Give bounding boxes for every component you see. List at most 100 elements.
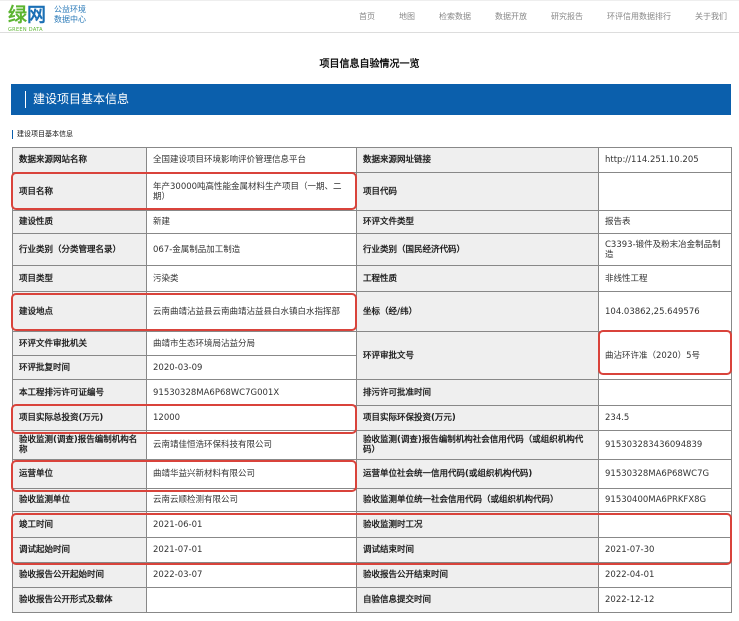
table-row: 建设地点 云南曲靖沾益县云南曲靖沾益县白水镇白水指挥部 坐标（经/纬） 104.038… bbox=[12, 291, 732, 332]
field-value bbox=[598, 172, 732, 211]
table-row: 建设性质 新建 环评文件类型 报告表 bbox=[12, 210, 732, 234]
table-row: 环评文件审批机关 曲靖市生态环境局沾益分局 环评审批文号 曲沾环许准（2020）5号 bbox=[12, 331, 732, 380]
field-label: 验收监测单位统一社会信用代码（或组织机构代码） bbox=[356, 488, 599, 512]
field-label: 数据来源网站名称 bbox=[12, 147, 147, 173]
logo-text-1: 公益环境 bbox=[54, 5, 87, 14]
nav-home[interactable]: 首页 bbox=[359, 11, 375, 22]
field-value: 曲沾环许准（2020）5号 bbox=[598, 331, 732, 380]
field-value: C3393-锻件及粉末冶金制品制造 bbox=[598, 233, 732, 266]
subsection-title: 建设项目基本信息 bbox=[12, 130, 73, 139]
table-row: 项目类型 污染类 工程性质 非线性工程 bbox=[12, 265, 732, 292]
field-value bbox=[146, 587, 357, 613]
table-row: 验收报告公开形式及载体 自验信息提交时间 2022-12-12 bbox=[12, 587, 732, 613]
field-label: 坐标（经/纬） bbox=[356, 291, 599, 332]
field-label: 项目类型 bbox=[12, 265, 147, 292]
field-value: 全国建设项目环境影响评价管理信息平台 bbox=[146, 147, 357, 173]
field-value: 91530400MA6PRKFX8G bbox=[598, 488, 732, 512]
logo[interactable]: 绿网 GREEN DATA 公益环境 数据中心 bbox=[8, 4, 87, 33]
field-value: 曲靖华益兴新材料有限公司 bbox=[146, 459, 357, 489]
field-label: 环评文件类型 bbox=[356, 210, 599, 234]
table-row: 行业类别（分类管理名录） 067-金属制品加工制造 行业类别（国民经济代码） C339… bbox=[12, 233, 732, 266]
table-row: 项目名称 年产30000吨高性能金属材料生产项目（一期、二期） 项目代码 bbox=[12, 172, 732, 211]
table-row: 竣工时间 2021-06-01 验收监测时工况 bbox=[12, 511, 732, 538]
nav-about[interactable]: 关于我们 bbox=[695, 11, 727, 22]
field-value: 12000 bbox=[146, 405, 357, 431]
field-value: 91530328MA6P68WC7G001X bbox=[146, 379, 357, 406]
field-label: 自验信息提交时间 bbox=[356, 587, 599, 613]
field-value: 2022-04-01 bbox=[598, 562, 732, 588]
field-label: 项目代码 bbox=[356, 172, 599, 211]
table-row: 项目实际总投资(万元) 12000 项目实际环保投资(万元) 234.5 bbox=[12, 405, 732, 431]
field-label: 行业类别（分类管理名录） bbox=[12, 233, 147, 266]
table-row: 数据来源网站名称 全国建设项目环境影响评价管理信息平台 数据来源网址链接 http:/… bbox=[12, 147, 732, 173]
field-label: 环评审批文号 bbox=[356, 331, 599, 380]
project-info-table: 数据来源网站名称 全国建设项目环境影响评价管理信息平台 数据来源网址链接 http:/… bbox=[12, 147, 732, 613]
table-row: 验收监测单位 云南云顺检测有限公司 验收监测单位统一社会信用代码（或组织机构代码） 9… bbox=[12, 488, 732, 512]
field-value: 云南云顺检测有限公司 bbox=[146, 488, 357, 512]
logo-text-2: 数据中心 bbox=[54, 15, 87, 24]
field-value: 云南靖佳恒浩环保科技有限公司 bbox=[146, 430, 357, 460]
field-label: 排污许可批准时间 bbox=[356, 379, 599, 406]
table-row: 验收报告公开起始时间 2022-03-07 验收报告公开结束时间 2022-04-01 bbox=[12, 562, 732, 588]
section-title: 建设项目基本信息 bbox=[33, 92, 130, 106]
field-label: 验收报告公开形式及载体 bbox=[12, 587, 147, 613]
field-value: 2021-07-01 bbox=[146, 537, 357, 563]
field-value: 年产30000吨高性能金属材料生产项目（一期、二期） bbox=[146, 172, 357, 211]
nav-search-data[interactable]: 检索数据 bbox=[439, 11, 471, 22]
field-value: 报告表 bbox=[598, 210, 732, 234]
section-banner: 建设项目基本信息 bbox=[11, 84, 731, 115]
field-label: 项目实际总投资(万元) bbox=[12, 405, 147, 431]
field-value bbox=[598, 511, 732, 538]
field-label: 建设性质 bbox=[12, 210, 147, 234]
field-value: 云南曲靖沾益县云南曲靖沾益县白水镇白水指挥部 bbox=[146, 291, 357, 332]
field-label: 验收报告公开起始时间 bbox=[12, 562, 147, 588]
field-value: 2021-06-01 bbox=[146, 511, 357, 538]
field-label: 建设地点 bbox=[12, 291, 147, 332]
field-value: 非线性工程 bbox=[598, 265, 732, 292]
nav-reports[interactable]: 研究报告 bbox=[551, 11, 583, 22]
field-label: 工程性质 bbox=[356, 265, 599, 292]
logo-sub: GREEN DATA bbox=[8, 27, 43, 33]
field-label: 行业类别（国民经济代码） bbox=[356, 233, 599, 266]
field-label: 项目名称 bbox=[12, 172, 147, 211]
table-row: 运营单位 曲靖华益兴新材料有限公司 运营单位社会统一信用代码(或组织机构代码) 915… bbox=[12, 459, 732, 489]
page-title: 项目信息自验情况一览 bbox=[319, 59, 420, 70]
field-value: 2020-03-09 bbox=[146, 355, 357, 380]
field-value: 污染类 bbox=[146, 265, 357, 292]
top-navbar: 绿网 GREEN DATA 公益环境 数据中心 首页 地图 检索数据 数据开放 研… bbox=[0, 0, 739, 33]
field-label: 验收监测单位 bbox=[12, 488, 147, 512]
field-value bbox=[598, 379, 732, 406]
field-label: 运营单位社会统一信用代码(或组织机构代码) bbox=[356, 459, 599, 489]
field-value: 曲靖市生态环境局沾益分局 bbox=[146, 331, 357, 356]
field-label: 调试起始时间 bbox=[12, 537, 147, 563]
field-label: 验收监测(调查)报告编制机构名称 bbox=[12, 430, 147, 460]
field-label: 数据来源网址链接 bbox=[356, 147, 599, 173]
nav-ranking[interactable]: 环评信用数据排行 bbox=[607, 11, 671, 22]
field-label: 本工程排污许可证编号 bbox=[12, 379, 147, 406]
field-label: 环评批复时间 bbox=[12, 355, 147, 380]
field-value: 2021-07-30 bbox=[598, 537, 732, 563]
field-value: 2022-12-12 bbox=[598, 587, 732, 613]
table-row: 验收监测(调查)报告编制机构名称 云南靖佳恒浩环保科技有限公司 验收监测(调查)报告… bbox=[12, 430, 732, 460]
field-label: 验收报告公开结束时间 bbox=[356, 562, 599, 588]
table-row: 调试起始时间 2021-07-01 调试结束时间 2021-07-30 bbox=[12, 537, 732, 563]
field-value: http://114.251.10.205 bbox=[598, 147, 732, 173]
field-value: 新建 bbox=[146, 210, 357, 234]
field-value: 234.5 bbox=[598, 405, 732, 431]
nav-map[interactable]: 地图 bbox=[399, 11, 415, 22]
field-value: 2022-03-07 bbox=[146, 562, 357, 588]
field-value: 91530328343609483​9 bbox=[598, 430, 732, 460]
field-value: 067-金属制品加工制造 bbox=[146, 233, 357, 266]
nav-open-data[interactable]: 数据开放 bbox=[495, 11, 527, 22]
field-value: 91530328MA6P68WC7G bbox=[598, 459, 732, 489]
field-value: 104.03862,25.649576 bbox=[598, 291, 732, 332]
field-label: 调试结束时间 bbox=[356, 537, 599, 563]
logo-mark: 绿网 bbox=[8, 4, 47, 26]
field-label: 竣工时间 bbox=[12, 511, 147, 538]
field-label: 项目实际环保投资(万元) bbox=[356, 405, 599, 431]
main-nav: 首页 地图 检索数据 数据开放 研究报告 环评信用数据排行 关于我们 bbox=[335, 11, 727, 22]
field-label: 验收监测时工况 bbox=[356, 511, 599, 538]
field-label: 验收监测(调查)报告编制机构社会信用代码（或组织机构代码） bbox=[356, 430, 599, 460]
field-label: 环评文件审批机关 bbox=[12, 331, 147, 356]
field-label: 运营单位 bbox=[12, 459, 147, 489]
